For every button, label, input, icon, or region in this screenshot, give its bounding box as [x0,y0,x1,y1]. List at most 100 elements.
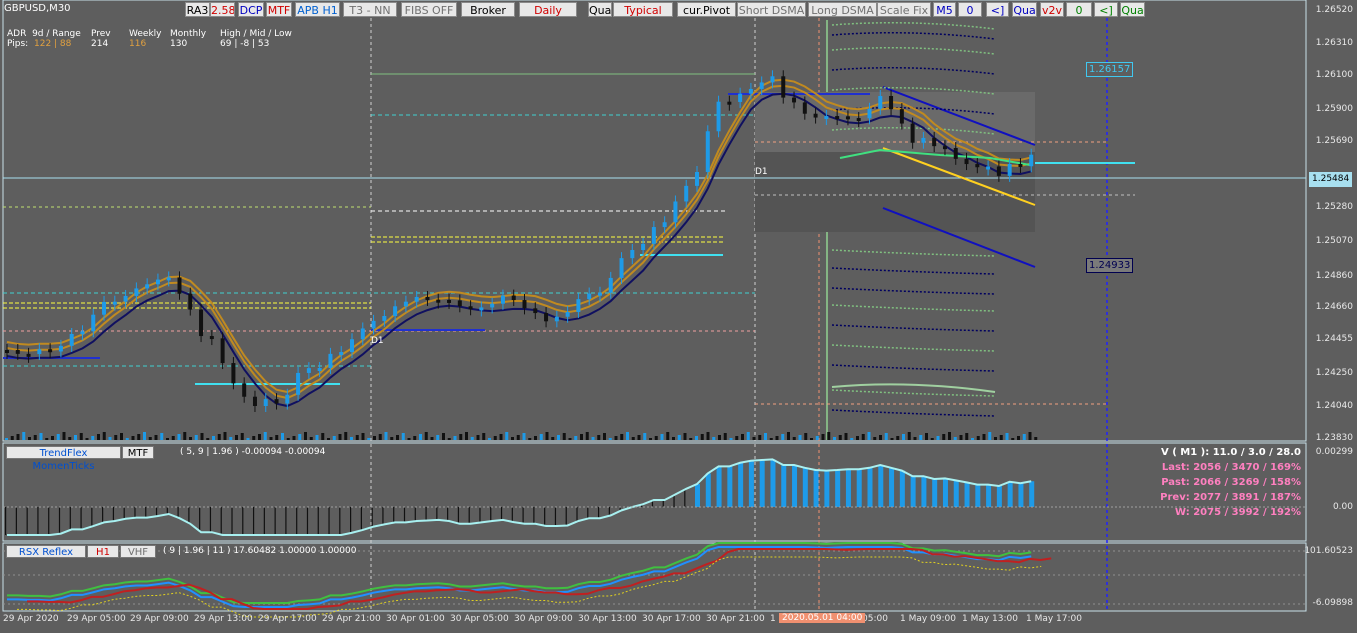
toolbar-button-13[interactable]: Long DSMA [808,2,877,17]
candle-body [770,76,775,83]
rsx-mode[interactable]: VHF [120,545,156,558]
candle-body [436,299,441,303]
osc1-bar [662,500,664,507]
candle-body [166,277,171,281]
price-tick: 1.24250 [1315,368,1353,378]
volume-bar [925,433,928,440]
trendflex-tf[interactable]: MTF [122,446,154,459]
candle-body [910,123,915,143]
rsx-title[interactable]: RSX Reflex [6,545,86,558]
toolbar-button-15[interactable]: M5 [933,2,956,17]
candle-body [80,331,85,335]
toolbar-button-11[interactable]: cur.Pivot [677,2,736,17]
volume-bar [735,436,739,440]
volume-bar [28,437,31,440]
osc1-bar [986,484,992,507]
toolbar-button-12[interactable]: Short DSMA [737,2,806,17]
osc1-bar [835,470,841,507]
toolbar-button-18[interactable]: Qua [1012,2,1037,17]
volume-bar [695,436,698,440]
time-tick: 05:00 [862,614,888,624]
volume-bar [683,433,687,440]
current-price-label: 1.25484 [1309,172,1353,187]
volume-bar [459,434,463,440]
candle-body [792,97,797,103]
adr-monthly-header: Monthly [170,29,207,39]
volume-bar [332,436,336,440]
volume-bar [390,437,394,440]
candle-body [544,313,549,322]
volume-bar [631,437,635,440]
toolbar-button-9[interactable]: Qua [588,2,612,17]
rsx-tf[interactable]: H1 [87,545,119,558]
toolbar-button-22[interactable]: Qua [1120,2,1145,17]
volume-bar [827,432,831,440]
osc1-bar [813,470,819,507]
volume-bar [367,438,371,440]
volume-bar [804,433,808,440]
time-tick: 30 Apr 21:00 [706,614,765,624]
toolbar-button-6[interactable]: FIBS OFF [401,2,457,17]
candle-body [565,312,570,317]
osc1-bar [554,507,557,527]
volume-bar [723,433,727,440]
toolbar-button-10[interactable]: Typical [613,2,673,17]
volume-bar [401,433,405,440]
toolbar-button-21[interactable]: <] [1094,2,1118,17]
volume-bar [660,434,664,440]
candle-body [587,293,592,300]
volume-bar [637,435,641,440]
volume-bar [200,433,204,440]
osc1-bar [166,507,168,514]
adr-hml-header: High / Mid / Low [220,29,292,39]
candle-body [350,339,354,353]
osc1-bar [533,507,535,524]
toolbar-button-16[interactable]: 0 [958,2,982,17]
osc1-bar [447,507,449,521]
trendflex-title[interactable]: TrendFlex MomenTicks [6,446,121,472]
toolbar-button-17[interactable]: <] [986,2,1009,17]
toolbar-button-8[interactable]: Daily [519,2,577,17]
time-tick: 29 Apr 21:00 [322,614,381,624]
toolbar-button-1[interactable]: 2.58 [210,2,235,17]
toolbar-button-14[interactable]: Scale Fix [877,2,931,17]
toolbar-button-7[interactable]: Broker [461,2,515,17]
adr-row1: ADR 9d / Range [7,29,81,39]
toolbar-button-19[interactable]: v2v [1040,2,1064,17]
candle-body [220,338,225,364]
time-tick: 29 Apr 2020 [3,614,59,624]
projection-band [831,364,996,372]
osc1-bar [220,507,222,535]
candle-body [403,301,408,307]
osc1-bar [350,507,352,533]
trendflex-axis-zero: 0.00 [1332,502,1353,512]
volume-bar [1028,432,1032,440]
candle-body [975,164,980,168]
chart-canvas[interactable] [0,0,1357,633]
candle-body [102,301,107,315]
volume-bar [97,434,100,440]
toolbar-button-20[interactable]: 0 [1066,2,1092,17]
osc1-bar [102,507,104,523]
osc1-bar [479,507,481,523]
osc1-bar [306,507,309,535]
candle-body [899,109,904,124]
volume-bar [171,436,175,440]
price-tick: 1.25070 [1315,236,1353,246]
volume-bar [143,432,146,440]
toolbar-button-2[interactable]: DCP [238,2,264,17]
osc1-bar [285,507,287,535]
volume-bar [752,437,756,440]
volume-bar [120,433,123,440]
osc1-bar [328,507,330,535]
symbol-label: GBPUSD,M30 [4,3,71,14]
toolbar-button-0[interactable]: RA3 [185,2,210,17]
toolbar-button-3[interactable]: MTF [266,2,292,17]
candle-body [252,396,257,407]
toolbar-button-4[interactable]: APB H1 [295,2,340,17]
projection-band [831,324,996,332]
candle-body [5,350,9,353]
toolbar-button-5[interactable]: T3 - NN [343,2,397,17]
price-tick: 1.24660 [1315,302,1353,312]
osc1-bar [69,507,71,530]
